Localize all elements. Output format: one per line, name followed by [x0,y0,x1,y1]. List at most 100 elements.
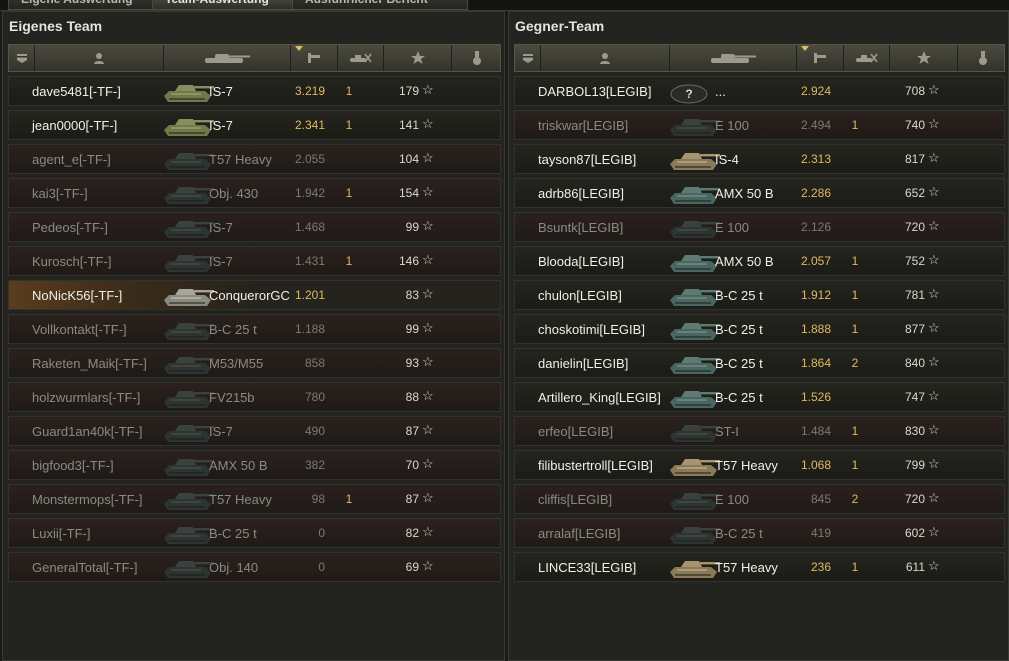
xp-star-icon: ☆ [422,422,434,437]
xp-value: 154 [398,186,419,200]
damage-value: 780 [304,390,325,404]
tank-icon: ? [667,79,721,105]
tank-icon [667,215,721,241]
player-row[interactable]: arralaf[LEGIB] B-C 25 t 419 602 ☆ [514,518,1005,548]
tank-icon [201,51,253,65]
player-name: GeneralTotal[-TF-] [32,560,138,575]
player-row[interactable]: Vollkontakt[-TF-] B-C 25 t 1.188 99 ☆ [8,314,501,344]
player-row[interactable]: NoNicK56[-TF-] ConquerorGC 1.201 83 ☆ [8,280,501,310]
damage-value: 1.068 [800,458,831,472]
tank-icon [161,555,215,581]
medal-icon [977,50,989,66]
vehicle-name: IS-7 [209,118,233,133]
vehicle-name: B-C 25 t [715,288,763,303]
player-row[interactable]: triskwar[LEGIB] E 100 2.494 1 740 ☆ [514,110,1005,140]
player-name: kai3[-TF-] [32,186,88,201]
column-header-kills[interactable] [844,45,890,71]
medal-icon [471,50,483,66]
player-row[interactable]: GeneralTotal[-TF-] Obj. 140 0 69 ☆ [8,552,501,582]
player-row[interactable]: Monstermops[-TF-] T57 Heavy 98 1 87 ☆ [8,484,501,514]
column-header-damage[interactable] [291,45,338,71]
tank-icon [667,351,721,377]
player-row[interactable]: LINCE33[LEGIB] T57 Heavy 236 1 611 ☆ [514,552,1005,582]
player-name: jean0000[-TF-] [32,118,118,133]
player-row[interactable]: chulon[LEGIB] B-C 25 t 1.912 1 781 ☆ [514,280,1005,310]
vehicle-name: T57 Heavy [209,152,272,167]
player-name: Blooda[LEGIB] [538,254,624,269]
tab-personal-report[interactable]: Eigene Auswertung [8,0,162,10]
tank-icon [161,521,215,547]
column-header-player[interactable] [35,45,164,71]
player-row[interactable]: Artillero_King[LEGIB] B-C 25 t 1.526 747 ☆ [514,382,1005,412]
xp-star-icon [916,50,932,66]
vehicle-name: E 100 [715,220,749,235]
player-name: bigfood3[-TF-] [32,458,114,473]
tank-icon [161,487,215,513]
player-name: NoNicK56[-TF-] [32,288,123,303]
xp-value: 817 [904,152,925,166]
kills-value: 1 [851,288,859,302]
player-row[interactable]: adrb86[LEGIB] AMX 50 B 2.286 652 ☆ [514,178,1005,208]
player-row[interactable]: choskotimi[LEGIB] B-C 25 t 1.888 1 877 ☆ [514,314,1005,344]
column-header-medal[interactable] [452,45,502,71]
column-header-platoon[interactable] [9,45,35,71]
player-row[interactable]: tayson87[LEGIB] IS-4 2.313 817 ☆ [514,144,1005,174]
player-row[interactable]: Guard1an40k[-TF-] IS-7 490 87 ☆ [8,416,501,446]
player-name: triskwar[LEGIB] [538,118,629,133]
player-row[interactable]: Blooda[LEGIB] AMX 50 B 2.057 1 752 ☆ [514,246,1005,276]
kills-value: 1 [345,254,353,268]
kills-value: 2 [851,492,859,506]
player-row[interactable]: Raketen_Maik[-TF-] M53/M55 858 93 ☆ [8,348,501,378]
damage-value: 419 [810,526,831,540]
kills-value: 1 [345,84,353,98]
xp-value: 652 [904,186,925,200]
column-header-player[interactable] [541,45,670,71]
player-row[interactable]: agent_e[-TF-] T57 Heavy 2.055 104 ☆ [8,144,501,174]
xp-value: 781 [904,288,925,302]
player-name: Guard1an40k[-TF-] [32,424,143,439]
player-row[interactable]: DARBOL13[LEGIB]?... 2.924 708 ☆ [514,76,1005,106]
column-header-xp-star[interactable] [890,45,958,71]
player-row[interactable]: holzwurmlars[-TF-] FV215b 780 88 ☆ [8,382,501,412]
xp-value: 104 [398,152,419,166]
xp-value: 179 [398,84,419,98]
column-header-damage[interactable] [797,45,844,71]
player-row[interactable]: filibustertroll[LEGIB] T57 Heavy 1.068 1 799… [514,450,1005,480]
tank-icon [161,283,215,309]
player-row[interactable]: bigfood3[-TF-] AMX 50 B 382 70 ☆ [8,450,501,480]
xp-star-icon [410,50,426,66]
vehicle-name: IS-7 [209,220,233,235]
player-name: tayson87[LEGIB] [538,152,637,167]
tank-icon [667,419,721,445]
player-row[interactable]: jean0000[-TF-] IS-7 2.341 1 141 ☆ [8,110,501,140]
damage-value: 2.286 [800,186,831,200]
player-row[interactable]: cliffis[LEGIB] E 100 845 2 720 ☆ [514,484,1005,514]
player-row[interactable]: Luxii[-TF-] B-C 25 t 0 82 ☆ [8,518,501,548]
player-row[interactable]: danielin[LEGIB] B-C 25 t 1.864 2 840 ☆ [514,348,1005,378]
xp-value: 141 [398,118,419,132]
xp-star-icon: ☆ [928,116,940,131]
xp-star-icon: ☆ [422,388,434,403]
player-row[interactable]: dave5481[-TF-] IS-7 3.219 1 179 ☆ [8,76,501,106]
vehicle-name: IS-7 [209,254,233,269]
damage-value: 3.219 [294,84,325,98]
xp-star-icon: ☆ [928,388,940,403]
damage-value: 1.468 [294,220,325,234]
player-row[interactable]: erfeo[LEGIB] ST-I 1.484 1 830 ☆ [514,416,1005,446]
tank-icon [707,51,759,65]
column-header-platoon[interactable] [515,45,541,71]
column-header-kills[interactable] [338,45,384,71]
column-header-tank[interactable] [670,45,797,71]
tab-team-report[interactable]: Team-Auswertung [152,0,302,10]
player-row[interactable]: kai3[-TF-] Obj. 430 1.942 1 154 ☆ [8,178,501,208]
column-header-xp-star[interactable] [384,45,452,71]
tab-detailed-report[interactable]: Ausführlicher Bericht [292,0,468,10]
player-row[interactable]: Kurosch[-TF-] IS-7 1.431 1 146 ☆ [8,246,501,276]
column-header-medal[interactable] [958,45,1008,71]
column-header-tank[interactable] [164,45,291,71]
tank-icon [161,317,215,343]
vehicle-name: FV215b [209,390,255,405]
kills-icon [348,51,374,65]
player-row[interactable]: Bsuntk[LEGIB] E 100 2.126 720 ☆ [514,212,1005,242]
player-row[interactable]: Pedeos[-TF-] IS-7 1.468 99 ☆ [8,212,501,242]
